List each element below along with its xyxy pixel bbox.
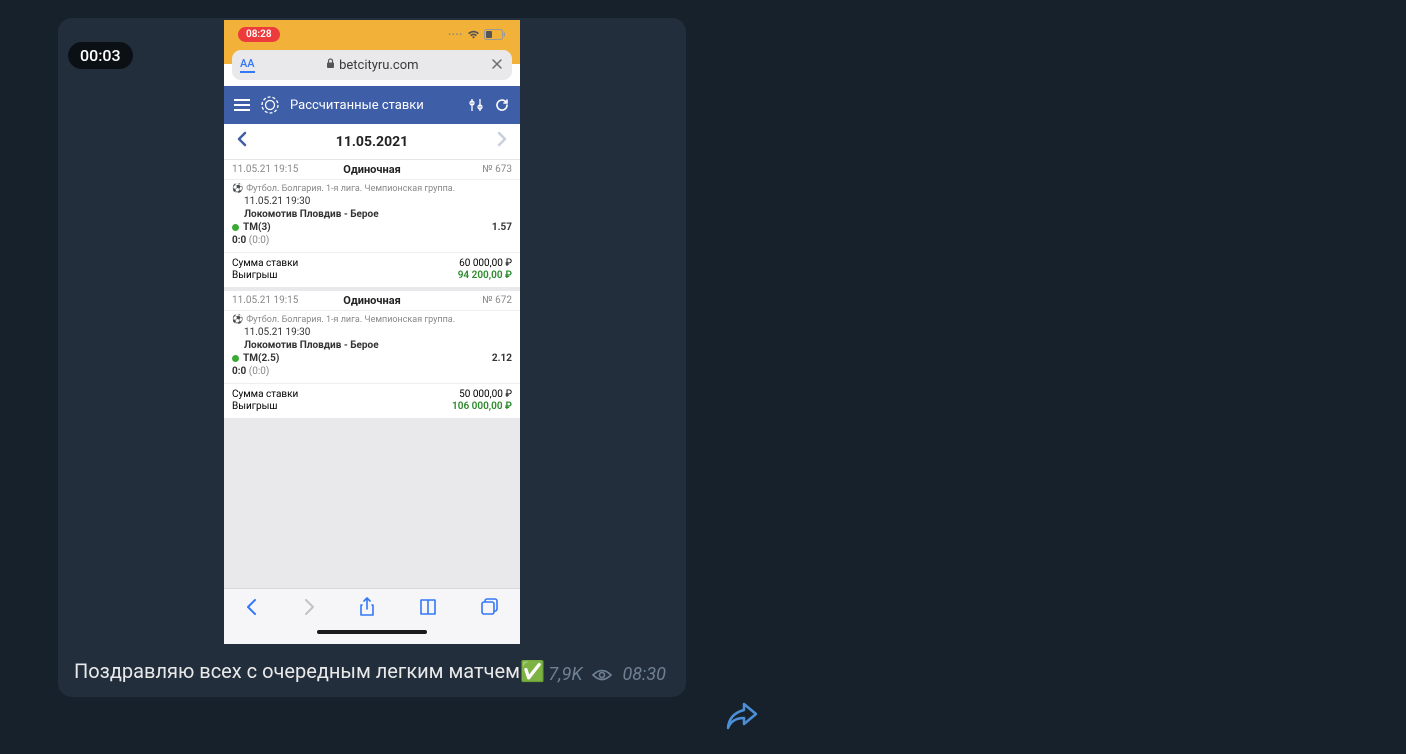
bet-card[interactable]: 11.05.21 19:15 Одиночная № 672 ⚽Футбол. … [224,291,520,418]
battery-icon [484,29,506,40]
eye-icon [592,668,612,682]
bet-type: Одиночная [343,163,400,176]
current-date: 11.05.2021 [336,134,408,150]
video-duration-badge: 00:03 [68,42,133,69]
market-name: ТМ(2.5) [243,353,279,364]
bet-card[interactable]: 11.05.21 19:15 Одиночная № 673 ⚽Футбол. … [224,160,520,287]
url-text[interactable]: betcityru.com [255,58,490,73]
back-button[interactable] [245,598,259,620]
bet-number: № 672 [482,295,512,306]
page-title: Рассчитанные ставки [290,98,458,113]
status-dot-icon [232,355,239,362]
match-teams: Локомотив Пловдив - Берое [244,209,512,220]
soccer-icon: ⚽ [232,184,243,194]
market-name: ТМ(3) [243,222,271,233]
score-row: 0:0 (0:0) [232,366,512,377]
win-value: 94 200,00 ₽ [458,270,512,281]
menu-icon[interactable] [234,99,250,111]
soccer-icon: ⚽ [232,315,243,325]
next-date-button[interactable] [496,131,508,152]
bet-header: 11.05.21 19:15 Одиночная № 672 [224,291,520,311]
odds-value: 2.12 [492,353,512,364]
tabs-button[interactable] [481,598,499,620]
filter-icon[interactable] [468,97,484,113]
wifi-icon [467,29,480,39]
bet-placed-time: 11.05.21 19:15 [232,295,298,306]
event-time: 11.05.21 19:30 [244,327,512,338]
bet-number: № 673 [482,164,512,175]
forward-message-button[interactable] [720,694,764,738]
prev-date-button[interactable] [236,131,248,152]
league-name: ⚽Футбол. Болгария. 1-я лига. Чемпионская… [232,184,512,194]
bet-header: 11.05.21 19:15 Одиночная № 673 [224,160,520,180]
bet-placed-time: 11.05.21 19:15 [232,164,298,175]
win-label: Выигрыш [232,270,277,281]
stake-value: 50 000,00 ₽ [459,389,512,400]
win-label: Выигрыш [232,401,277,412]
view-count: 7,9K [548,663,582,687]
globe-icon[interactable] [260,95,280,115]
betcity-header: Рассчитанные ставки [224,86,520,124]
phone-screenshot: 08:28 •••• AA betcityru.com [224,20,520,644]
message-caption: Поздравляю всех с очередным легким матче… [58,644,686,685]
message-time: 08:30 [622,663,666,687]
stake-label: Сумма ставки [232,389,298,400]
league-name: ⚽Футбол. Болгария. 1-я лига. Чемпионская… [232,315,512,325]
stop-reload-button[interactable] [490,56,504,75]
recording-time-badge: 08:28 [238,27,280,42]
safari-toolbar [224,588,520,628]
stake-label: Сумма ставки [232,258,298,269]
event-time: 11.05.21 19:30 [244,196,512,207]
message-bubble[interactable]: 00:03 08:28 •••• AA betcityru.com [58,18,686,697]
odds-value: 1.57 [492,222,512,233]
ios-status-bar: 08:28 •••• [224,20,520,44]
message-meta: 7,9K 08:30 [548,663,666,687]
bet-type: Одиночная [343,294,400,307]
score-row: 0:0 (0:0) [232,235,512,246]
cellular-icon: •••• [448,30,463,39]
lock-icon [326,58,335,72]
home-indicator [224,628,520,644]
date-navigator: 11.05.2021 [224,124,520,160]
stake-value: 60 000,00 ₽ [459,258,512,269]
safari-url-bar[interactable]: AA betcityru.com [232,50,512,80]
refresh-icon[interactable] [494,97,510,113]
share-button[interactable] [359,597,375,621]
text-size-button[interactable]: AA [240,57,255,73]
status-dot-icon [232,224,239,231]
match-teams: Локомотив Пловдив - Берое [244,340,512,351]
empty-area [224,418,520,588]
win-value: 106 000,00 ₽ [452,401,512,412]
bookmarks-button[interactable] [418,598,438,620]
domain-text: betcityru.com [339,58,418,73]
forward-button[interactable] [302,598,316,620]
